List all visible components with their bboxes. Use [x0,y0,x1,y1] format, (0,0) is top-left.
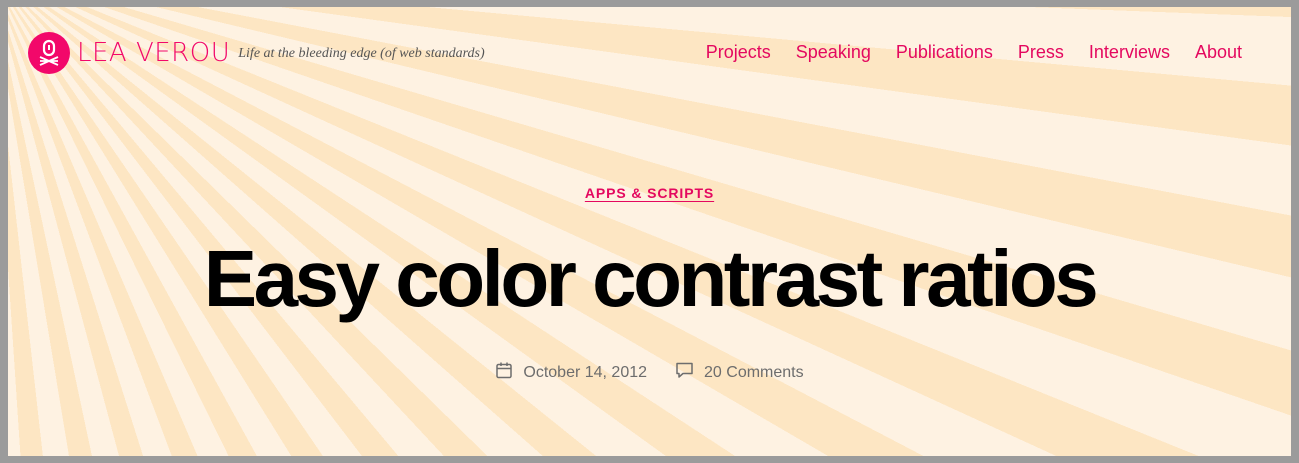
nav-item-press[interactable]: Press [1018,42,1064,63]
nav-item-speaking[interactable]: Speaking [796,42,871,63]
nav-item-publications[interactable]: Publications [896,42,993,63]
site-brand[interactable]: LEA VEROU Life at the bleeding edge (of … [28,32,485,74]
post-category: APPS & SCRIPTS [8,185,1291,203]
comments-link[interactable]: 20 Comments [704,364,804,382]
page-frame: LEA VEROU Life at the bleeding edge (of … [8,7,1291,456]
post-date-link[interactable]: October 14, 2012 [523,364,647,382]
site-title[interactable]: LEA VEROU [77,38,230,68]
main-nav: Projects Speaking Publications Press Int… [706,42,1242,63]
nav-item-interviews[interactable]: Interviews [1089,42,1170,63]
logo-icon[interactable] [28,32,70,74]
post-comments: 20 Comments [675,361,804,384]
category-link[interactable]: APPS & SCRIPTS [585,185,714,201]
post-title: Easy color contrast ratios [203,234,1099,323]
comment-icon [675,361,694,384]
calendar-icon [495,361,513,384]
post-date: October 14, 2012 [495,361,647,384]
nav-item-projects[interactable]: Projects [706,42,771,63]
post-meta: October 14, 2012 20 Comments [8,361,1291,384]
site-tagline: Life at the bleeding edge (of web standa… [238,46,485,61]
nav-item-about[interactable]: About [1195,42,1242,63]
